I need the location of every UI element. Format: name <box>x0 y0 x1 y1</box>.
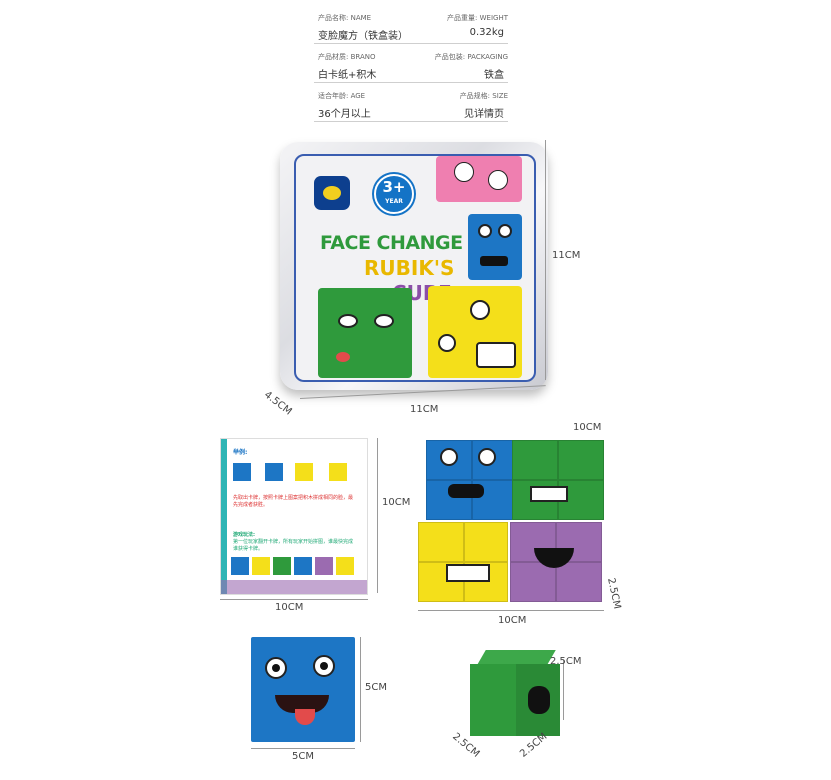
card-text: 先取出卡牌，按照卡牌上图案把积木拼成相同的脸，最先完成者获胜。 <box>233 495 354 508</box>
blue-cube <box>468 214 522 280</box>
tin-depth-label: 4.5CM <box>261 389 294 418</box>
divider <box>314 43 508 44</box>
brand-logo <box>314 176 350 210</box>
dimension-line <box>220 599 368 600</box>
grid-top-label: 10CM <box>573 422 602 433</box>
spec-value: 0.32kg <box>469 27 504 38</box>
spec-value: 36个月以上 <box>318 109 371 120</box>
spec-row: 适合年龄: AGE 产品规格: SIZE 36个月以上 见详情页 <box>314 91 508 129</box>
dimension-line <box>418 610 604 611</box>
example-faces-row <box>231 557 361 575</box>
mouth-icon <box>448 484 484 498</box>
instruction-card: 举例: 先取出卡牌，按照卡牌上图案把积木拼成相同的脸，最先完成者获胜。 游戏玩法… <box>220 438 368 595</box>
yellow-cube <box>428 286 522 378</box>
cube-grid-image <box>418 438 604 602</box>
eye-icon <box>478 224 492 238</box>
grid-bottom-label: 10CM <box>498 615 527 626</box>
spec-value: 铁盒 <box>484 70 504 81</box>
spec-label: 适合年龄: AGE <box>318 92 366 100</box>
spec-value: 白卡纸+积木 <box>318 70 377 81</box>
dimension-line <box>377 438 378 593</box>
mouth-icon <box>480 256 508 266</box>
spec-label: 产品材质: BRANO <box>318 53 376 61</box>
face-height-label: 5CM <box>365 682 387 693</box>
spiral-eye-icon <box>454 162 474 182</box>
divider <box>314 121 508 122</box>
cube-left <box>470 664 516 736</box>
cube-block <box>558 440 604 480</box>
teeth-mouth-icon <box>530 486 568 502</box>
spec-value: 见详情页 <box>464 109 504 120</box>
tin-width-label: 11CM <box>410 404 439 415</box>
product-title-line1: FACE CHANGE <box>320 232 463 254</box>
eye-icon <box>313 655 335 677</box>
eye-icon <box>478 448 496 466</box>
example-row <box>233 463 357 485</box>
card-height-label: 10CM <box>382 497 411 508</box>
eye-icon <box>498 224 512 238</box>
mouth-icon <box>528 686 550 714</box>
age-number: 3+ <box>382 178 406 196</box>
spiral-eye-icon <box>488 170 508 190</box>
cube-block <box>464 522 508 562</box>
spec-label: 产品包装: PACKAGING <box>434 53 508 61</box>
spec-label: 产品重量: WEIGHT <box>447 14 508 22</box>
tongue-mouth-icon <box>336 352 350 362</box>
eye-icon <box>265 657 287 679</box>
spec-row: 产品名称: NAME 产品重量: WEIGHT 变脸魔方（铁盒装） 0.32kg <box>314 13 508 51</box>
cube-height-label: 2.5CM <box>550 656 582 667</box>
spec-value: 变脸魔方（铁盒装） <box>318 31 408 42</box>
cube-block <box>512 440 558 480</box>
cube-block <box>510 562 556 602</box>
card-heading: 举例: <box>233 449 248 456</box>
age-unit: YEAR <box>385 198 403 205</box>
dimension-line <box>251 748 355 749</box>
dimension-line <box>563 660 564 720</box>
spec-row: 产品材质: BRANO 产品包装: PACKAGING 白卡纸+积木 铁盒 <box>314 52 508 90</box>
eye-icon <box>338 314 358 328</box>
spec-label: 产品规格: SIZE <box>459 92 508 100</box>
green-cube <box>318 288 412 378</box>
cube-block <box>556 562 602 602</box>
age-badge: 3+ YEAR <box>374 174 414 214</box>
teeth-mouth-icon <box>446 564 490 582</box>
eye-icon <box>440 448 458 466</box>
eye-icon <box>374 314 394 328</box>
grid-depth-label: 2.5CM <box>605 576 623 611</box>
tin-lid: 3+ YEAR FACE CHANGE RUBIK'S CUBE <box>294 154 536 382</box>
card-width-label: 10CM <box>275 602 304 613</box>
product-title-line2: RUBIK'S <box>364 256 455 280</box>
eye-icon <box>470 300 490 320</box>
spec-table: 产品名称: NAME 产品重量: WEIGHT 变脸魔方（铁盒装） 0.32kg… <box>314 0 508 130</box>
teeth-mouth-icon <box>476 342 516 368</box>
tin-height-label: 11CM <box>552 250 581 261</box>
card-subheading: 游戏玩法: <box>233 532 255 538</box>
card-text: 第一位玩家翻开卡牌，所有玩家开始拼图，谁最快完成谁获得卡牌。 <box>233 539 354 552</box>
dimension-line <box>545 140 546 380</box>
face-width-label: 5CM <box>292 751 314 762</box>
tongue-icon <box>295 709 315 725</box>
tin-box-image: 3+ YEAR FACE CHANGE RUBIK'S CUBE <box>280 142 548 390</box>
single-face-image <box>251 637 355 742</box>
pink-cube <box>436 156 522 202</box>
cube-block <box>418 522 464 562</box>
eye-icon <box>438 334 456 352</box>
spec-label: 产品名称: NAME <box>318 14 372 22</box>
divider <box>314 82 508 83</box>
dimension-line <box>360 637 361 742</box>
single-cube-image <box>470 650 560 740</box>
